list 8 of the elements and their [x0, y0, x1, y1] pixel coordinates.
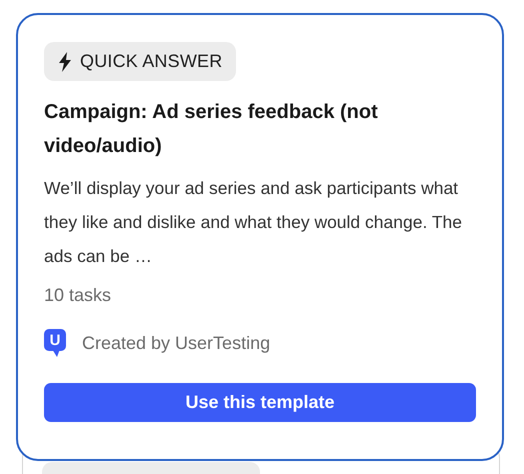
template-card[interactable]	[16, 13, 504, 461]
use-template-button[interactable]: Use this template	[44, 383, 476, 422]
quick-answer-badge: QUICK ANSWER	[44, 42, 236, 81]
lightning-icon	[58, 52, 72, 72]
template-title: Campaign: Ad series feedback (not video/audio)	[44, 100, 379, 159]
task-count: 10 tasks	[44, 284, 112, 307]
template-description: We’ll display your ad series and ask participants what they like and dislike and what they would change. The ads can be …	[44, 177, 464, 268]
creator-label: Created by UserTesting	[82, 332, 270, 355]
